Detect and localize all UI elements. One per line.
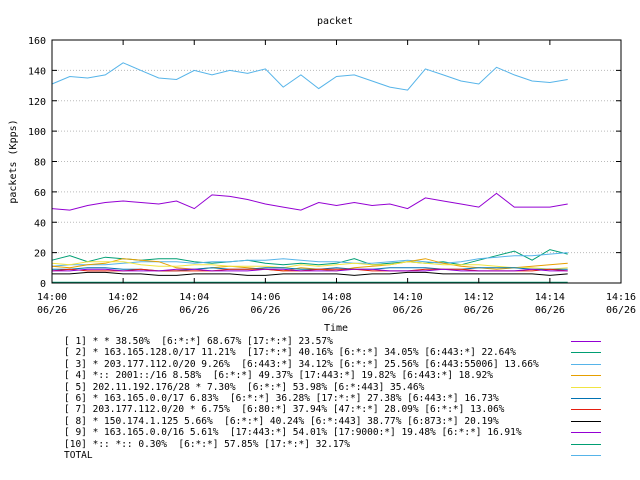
series-line-8	[52, 271, 568, 276]
series-line-11	[51, 62, 568, 91]
legend-swatch-11	[571, 455, 601, 456]
x-tick-label-date: 06/26	[464, 305, 494, 316]
grid	[52, 69, 621, 254]
x-tick-label-date: 06/26	[179, 305, 209, 316]
series-line-1	[51, 192, 568, 211]
x-axis-label: Time	[324, 323, 348, 334]
x-tick-label-time: 14:04	[179, 292, 209, 303]
x-tick-label-time: 14:08	[321, 292, 351, 303]
y-tick-label: 80	[34, 158, 46, 169]
x-tick-label-date: 06/26	[108, 305, 138, 316]
x-tick-label-date: 06/26	[535, 305, 565, 316]
x-tick-label-time: 14:14	[535, 292, 565, 303]
legend-entry-5: [ 5] 202.11.192.176/28 * 7.30% [6:*:*] 5…	[64, 381, 425, 393]
chart-title: packet	[317, 16, 353, 27]
legend-entry-1: [ 1] * * 38.50% [6:*:*] 68.67% [17:*:*] …	[64, 336, 333, 347]
legend-swatch-1	[571, 341, 601, 342]
x-tick-label-date: 06/26	[321, 305, 351, 316]
legend-entry-3: [ 3] * 203.177.112.0/20 9.26% [6:443:*] …	[64, 358, 539, 370]
y-axis-label: packets (Kpps)	[8, 119, 19, 203]
legend-swatch-3	[571, 363, 601, 365]
y-tick-label: 0	[40, 279, 46, 290]
x-tick-label-time: 14:02	[108, 292, 138, 303]
legend-entry-11: TOTAL	[64, 450, 93, 461]
y-tick-label: 100	[28, 127, 46, 138]
legend-swatch-2	[571, 352, 601, 354]
y-axis-ticks: 0 20 40 60 80 100 120 140 160	[28, 36, 621, 290]
x-tick-label-date: 06/26	[606, 305, 636, 316]
legend-swatch-10	[571, 443, 601, 445]
x-tick-label-time: 14:10	[393, 292, 423, 303]
legend-swatch-9	[571, 432, 601, 434]
y-tick-label: 140	[28, 66, 46, 77]
y-tick-label: 20	[34, 249, 46, 260]
legend-entry-6: [ 6] * 163.165.0.0/17 6.83% [6:*:*] 36.2…	[64, 393, 499, 404]
legend-entry-10: [10] *:: *:: 0.30% [6:*:*] 57.85% [17:*:…	[64, 438, 350, 450]
x-tick-label-time: 14:06	[250, 292, 280, 303]
x-tick-label-date: 06/26	[37, 305, 67, 316]
x-tick-label-date: 06/26	[250, 305, 280, 316]
series-layer	[51, 62, 568, 283]
x-tick-label-time: 14:00	[37, 292, 67, 303]
legend-entry-7: [ 7] 203.177.112.0/20 * 6.75% [6:80:*] 3…	[64, 404, 505, 416]
legend-entry-2: [ 2] * 163.165.128.0/17 11.21% [17:*:*] …	[64, 347, 516, 359]
legend-entry-8: [ 8] * 150.174.1.125 5.66% [6:*:*] 40.24…	[64, 415, 499, 427]
x-tick-label-time: 14:12	[464, 292, 494, 303]
y-tick-label: 120	[28, 97, 46, 108]
y-tick-label: 40	[34, 218, 46, 229]
legend-swatch-5	[571, 386, 601, 388]
legend-swatch-8	[571, 420, 601, 422]
y-tick-label: 160	[28, 36, 46, 47]
legend-swatch-6	[571, 398, 601, 399]
y-tick-label: 60	[34, 188, 46, 199]
x-tick-label-date: 06/26	[393, 305, 423, 316]
legend-entry-9: [ 9] * 163.165.0.0/16 5.61% [17:443:*] 5…	[64, 427, 522, 439]
legend-swatch-7	[571, 409, 601, 411]
x-tick-label-time: 14:16	[606, 292, 636, 303]
legend-entry-4: [ 4] *:: 2001::/16 8.58% [6:*:*] 49.37% …	[64, 370, 493, 382]
legend-swatch-4	[571, 375, 601, 377]
